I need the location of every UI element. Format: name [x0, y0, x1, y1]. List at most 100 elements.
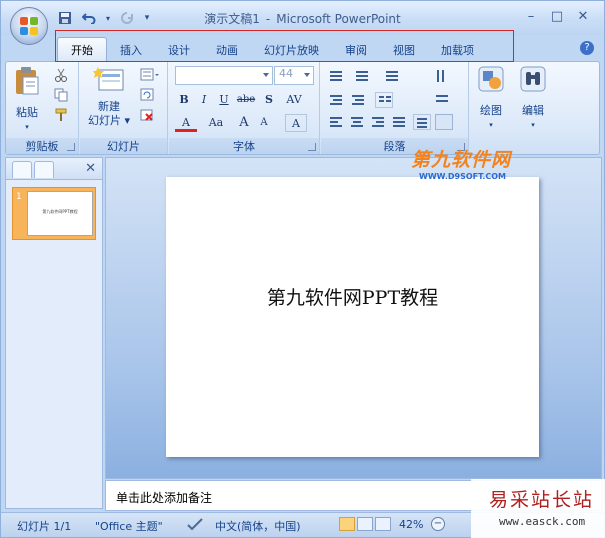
font-size-combo[interactable]: 44 — [274, 66, 314, 85]
normal-view-button[interactable] — [339, 517, 355, 531]
tab-home[interactable]: 开始 — [57, 37, 107, 61]
grow-font-button[interactable]: A — [235, 114, 253, 132]
slide-sorter-view-button[interactable] — [357, 517, 373, 531]
clipboard-icon — [16, 67, 39, 95]
slides-tab-icon[interactable] — [12, 161, 32, 178]
close-icon[interactable]: ✕ — [85, 161, 96, 176]
tab-add-ins[interactable]: 加载项 — [428, 39, 487, 61]
shrink-font-button[interactable]: A — [255, 114, 273, 132]
bullets-button[interactable] — [327, 68, 345, 84]
drawing-label: 绘图 — [480, 104, 502, 117]
increase-indent-button[interactable] — [349, 92, 367, 108]
theme-name: "Office 主题" — [95, 520, 163, 533]
chevron-down-icon: ▾ — [25, 123, 29, 131]
decrease-indent-button[interactable] — [327, 92, 345, 108]
delete-slide-icon[interactable] — [140, 108, 154, 122]
tab-slide-show[interactable]: 幻灯片放映 — [251, 39, 332, 61]
pane-tabs: ✕ — [6, 158, 102, 180]
watermark-logo-text: 第九软件网 — [411, 149, 512, 171]
shadow-button[interactable]: S — [260, 91, 278, 109]
powerpoint-window: ▾ ▾ 演示文稿1- Microsoft PowerPoint – □ ✕ 开始 … — [0, 0, 605, 538]
align-left-button[interactable] — [327, 114, 345, 130]
editing-button[interactable]: 编辑 ▾ — [516, 66, 550, 132]
language[interactable]: 中文(简体，中国) — [215, 518, 301, 534]
tab-view[interactable]: 视图 — [380, 39, 428, 61]
font-name-combo[interactable] — [175, 66, 273, 85]
minimize-button[interactable]: – — [518, 5, 544, 27]
slide-thumbnail-number: 1 — [16, 192, 22, 202]
watermark-site-url: www.easck.com — [499, 515, 586, 528]
font-launcher-icon[interactable] — [308, 143, 316, 151]
slide-thumbnail[interactable]: 1 第九软件网PPT教程 — [12, 187, 96, 240]
document-name: 演示文稿1 — [204, 12, 260, 26]
font-color-button[interactable]: A — [175, 114, 197, 132]
clipboard-launcher-icon[interactable] — [67, 143, 75, 151]
spellcheck-icon[interactable] — [187, 517, 203, 531]
zoom-level[interactable]: 42% — [399, 518, 423, 531]
shapes-icon — [478, 66, 504, 92]
justify-button[interactable] — [390, 114, 408, 130]
align-right-button[interactable] — [369, 114, 387, 130]
format-painter-icon[interactable] — [54, 108, 68, 122]
reset-slide-icon[interactable] — [140, 88, 154, 102]
slide-show-view-button[interactable] — [375, 517, 391, 531]
maximize-button[interactable]: □ — [544, 5, 570, 27]
close-button[interactable]: ✕ — [570, 5, 596, 27]
font-group-label: 字体 — [169, 138, 319, 154]
window-title: 演示文稿1- Microsoft PowerPoint — [1, 10, 604, 27]
strikethrough-button[interactable]: abe — [235, 91, 257, 109]
new-slide-label-line1: 新建 — [98, 100, 120, 113]
editing-group: 编辑 ▾ — [512, 62, 554, 154]
application-name: Microsoft PowerPoint — [276, 12, 401, 26]
copy-icon[interactable] — [54, 88, 68, 102]
distributed-button[interactable] — [413, 114, 431, 130]
help-icon[interactable]: ? — [580, 41, 594, 55]
chevron-down-icon: ▾ — [531, 121, 535, 129]
slides-group: 新建 幻灯片 ▾ 幻灯片 — [80, 62, 168, 154]
slide-title[interactable]: 第九软件网PPT教程 — [166, 283, 539, 310]
italic-button[interactable]: I — [195, 91, 213, 109]
tab-design[interactable]: 设计 — [155, 39, 203, 61]
align-text-button[interactable] — [433, 92, 451, 108]
notes-placeholder[interactable]: 单击此处添加备注 — [116, 489, 212, 506]
office-logo-icon — [20, 17, 38, 35]
slide-canvas[interactable]: 第九软件网PPT教程 — [166, 177, 539, 457]
tab-insert[interactable]: 插入 — [107, 39, 155, 61]
paragraph-group: 段落 — [321, 62, 469, 154]
numbering-button[interactable] — [353, 68, 371, 84]
watermark-site-name: 易采站长站 — [489, 489, 595, 511]
title-bar: ▾ ▾ 演示文稿1- Microsoft PowerPoint – □ ✕ — [1, 1, 604, 35]
clipboard-group: 粘贴 ▾ 剪贴板 — [6, 62, 79, 154]
tab-animations[interactable]: 动画 — [203, 39, 251, 61]
clear-formatting-button[interactable]: A — [285, 114, 307, 132]
drawing-group: 绘图 ▾ — [470, 62, 512, 154]
bold-button[interactable]: B — [175, 91, 193, 109]
chevron-down-icon — [304, 73, 310, 77]
title-separator: - — [265, 12, 271, 26]
editing-label: 编辑 — [522, 104, 544, 117]
watermark-logo-url: WWW.D9SOFT.COM — [419, 172, 507, 181]
ribbon-tabs: 开始 插入 设计 动画 幻灯片放映 审阅 视图 加载项 — [57, 35, 487, 61]
align-center-button[interactable] — [348, 114, 366, 130]
cut-icon[interactable] — [54, 68, 68, 82]
outline-tab-icon[interactable] — [34, 161, 54, 178]
slide-thumbnail-preview: 第九软件网PPT教程 — [27, 191, 93, 236]
smartart-button[interactable] — [435, 114, 453, 130]
character-spacing-button[interactable]: AV — [281, 91, 307, 109]
new-slide-button[interactable]: 新建 幻灯片 ▾ — [86, 66, 132, 128]
layout-icon[interactable] — [140, 68, 160, 82]
change-case-button[interactable]: Aa — [203, 114, 229, 132]
columns-button[interactable] — [375, 92, 393, 108]
slides-group-label: 幻灯片 — [80, 138, 167, 154]
underline-button[interactable]: U — [215, 91, 233, 109]
office-button[interactable] — [10, 7, 48, 45]
paste-button[interactable]: 粘贴 ▾ — [12, 66, 42, 134]
ribbon: 粘贴 ▾ 剪贴板 新建 幻灯片 ▾ 幻灯片 44 B I U abe S AV … — [5, 61, 600, 155]
zoom-out-button[interactable]: − — [431, 517, 445, 531]
new-slide-label-line2: 幻灯片 ▾ — [87, 114, 131, 127]
slides-pane: ✕ 1 第九软件网PPT教程 — [5, 157, 103, 509]
drawing-button[interactable]: 绘图 ▾ — [474, 66, 508, 132]
tab-review[interactable]: 审阅 — [332, 39, 380, 61]
line-spacing-button[interactable] — [383, 68, 401, 84]
text-direction-button[interactable] — [433, 68, 451, 84]
